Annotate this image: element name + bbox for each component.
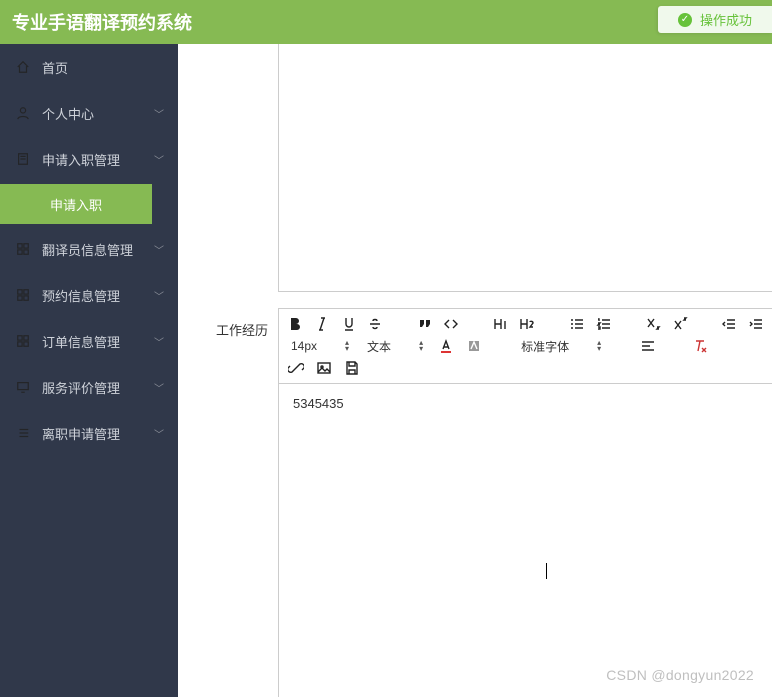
nav-apply-sub[interactable]: 申请入职 (0, 184, 152, 224)
superscript-button[interactable] (671, 315, 688, 333)
nav-appointment-manage[interactable]: 预约信息管理 ﹀ (0, 272, 178, 318)
bold-button[interactable] (287, 315, 304, 333)
chevron-down-icon: ﹀ (154, 426, 164, 441)
unordered-list-button[interactable] (569, 315, 586, 333)
chevron-down-icon: ﹀ (154, 152, 164, 167)
select-chevron-icon: ▴▾ (597, 340, 601, 352)
nav-label: 翻译员信息管理 (42, 240, 133, 259)
h2-button[interactable] (519, 315, 536, 333)
field-label-work: 工作经历 (216, 320, 268, 339)
font-size-value: 14px (291, 339, 317, 353)
font-family-value: 标准字体 (521, 338, 569, 355)
link-button[interactable] (287, 359, 305, 377)
select-chevron-icon: ▴▾ (345, 340, 349, 352)
ordered-list-button[interactable] (595, 315, 612, 333)
nav-resign-manage[interactable]: 离职申请管理 ﹀ (0, 410, 178, 456)
align-button[interactable] (639, 337, 657, 355)
nav-label: 首页 (42, 58, 68, 77)
chevron-down-icon: ﹀ (154, 334, 164, 349)
nav-translator-manage[interactable]: 翻译员信息管理 ﹀ (0, 226, 178, 272)
nav-label: 申请入职管理 (42, 150, 120, 169)
monitor-icon (16, 380, 30, 394)
nav-review-manage[interactable]: 服务评价管理 ﹀ (0, 364, 178, 410)
editor-previous-field[interactable] (278, 44, 772, 292)
nav-label: 个人中心 (42, 104, 94, 123)
nav-label: 离职申请管理 (42, 424, 120, 443)
home-icon (16, 60, 30, 74)
font-family-select[interactable]: 标准字体 ▴▾ (517, 338, 605, 355)
nav-sub-label: 申请入职 (50, 195, 102, 214)
subscript-button[interactable] (645, 315, 662, 333)
chevron-down-icon: ﹀ (154, 106, 164, 121)
grid-icon (16, 334, 30, 348)
chevron-down-icon: ﹀ (154, 242, 164, 257)
editor-textarea[interactable]: 5345435 (279, 384, 772, 644)
app-title: 专业手语翻译预约系统 (12, 9, 192, 35)
nav-label: 预约信息管理 (42, 286, 120, 305)
image-button[interactable] (315, 359, 333, 377)
user-icon (16, 106, 30, 120)
nav-label: 服务评价管理 (42, 378, 120, 397)
font-color-button[interactable] (437, 337, 455, 355)
rich-editor: 14px ▴▾ 文本 ▴▾ 标准字体 ▴▾ (278, 308, 772, 697)
quote-button[interactable] (416, 315, 433, 333)
editor-toolbar: 14px ▴▾ 文本 ▴▾ 标准字体 ▴▾ (279, 309, 772, 384)
nav-label: 订单信息管理 (42, 332, 120, 351)
top-bar: 专业手语翻译预约系统 ✓ 操作成功 (0, 0, 772, 44)
chevron-down-icon: ﹀ (154, 288, 164, 303)
highlight-button[interactable] (465, 337, 483, 355)
font-size-select[interactable]: 14px ▴▾ (287, 339, 353, 353)
nav-order-manage[interactable]: 订单信息管理 ﹀ (0, 318, 178, 364)
clear-format-button[interactable] (691, 337, 709, 355)
check-icon: ✓ (678, 13, 692, 27)
code-button[interactable] (443, 315, 460, 333)
text-cursor (546, 563, 547, 579)
h1-button[interactable] (492, 315, 509, 333)
outdent-button[interactable] (721, 315, 738, 333)
underline-button[interactable] (340, 315, 357, 333)
italic-button[interactable] (314, 315, 331, 333)
nav-home[interactable]: 首页 (0, 44, 178, 90)
list-icon (16, 426, 30, 440)
nav-personal-center[interactable]: 个人中心 ﹀ (0, 90, 178, 136)
watermark: CSDN @dongyun2022 (606, 667, 754, 683)
sidebar: 首页 个人中心 ﹀ 申请入职管理 ﹀ 申请入职 翻译员信息管理 ﹀ 预约信息管理… (0, 44, 178, 697)
toast-success: ✓ 操作成功 (658, 6, 772, 33)
select-chevron-icon: ▴▾ (419, 340, 423, 352)
form-icon (16, 152, 30, 166)
main-content: 工作经历 (178, 44, 772, 697)
paragraph-select[interactable]: 文本 ▴▾ (363, 338, 427, 355)
indent-button[interactable] (747, 315, 764, 333)
grid-icon (16, 288, 30, 302)
strikethrough-button[interactable] (367, 315, 384, 333)
chevron-down-icon: ﹀ (154, 380, 164, 395)
nav-apply-manage[interactable]: 申请入职管理 ﹀ (0, 136, 178, 182)
save-button[interactable] (343, 359, 361, 377)
paragraph-value: 文本 (367, 338, 391, 355)
toast-text: 操作成功 (700, 10, 752, 29)
grid-icon (16, 242, 30, 256)
